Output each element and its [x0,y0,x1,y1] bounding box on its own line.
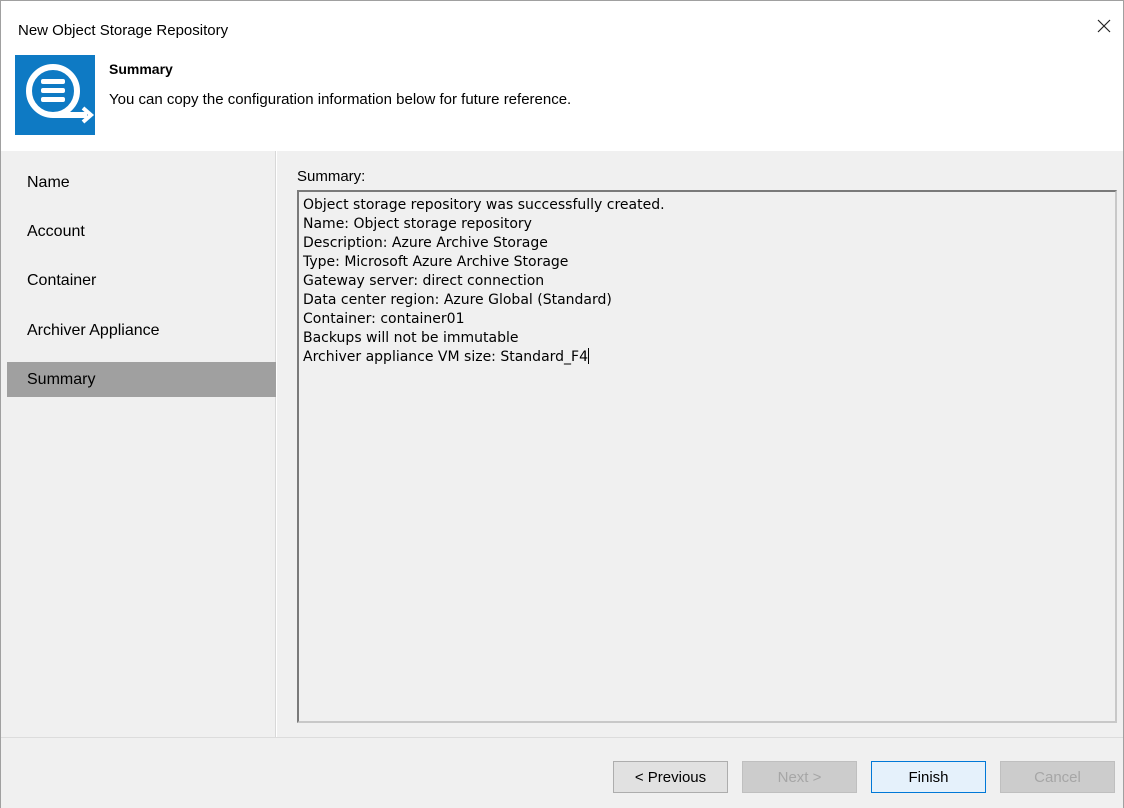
title-bar: New Object Storage Repository [1,1,1123,41]
close-icon [1097,19,1111,33]
summary-label: Summary: [297,168,366,185]
wizard-footer: < Previous Next > Finish Cancel [1,737,1123,808]
summary-line-text: Archiver appliance VM size: Standard_F4 [303,349,589,365]
summary-line: Data center region: Azure Global (Standa… [303,292,612,308]
summary-line: Backups will not be immutable [303,330,519,346]
summary-line-last: Archiver appliance VM size: Standard_F4 [303,348,1111,367]
text-caret [588,348,590,364]
cancel-button[interactable]: Cancel [1000,761,1115,793]
summary-line: Type: Microsoft Azure Archive Storage [303,254,569,270]
step-description: You can copy the configuration informati… [109,91,572,108]
next-button[interactable]: Next > [742,761,857,793]
sidebar-item-account[interactable]: Account [7,214,276,249]
window-title: New Object Storage Repository [18,22,229,39]
sidebar-item-summary[interactable]: Summary [7,362,276,397]
sidebar-item-archiver-appliance[interactable]: Archiver Appliance [7,313,276,348]
wizard-header: Summary You can copy the configuration i… [1,41,1123,151]
repository-icon [15,55,95,135]
summary-panel: Summary: Object storage repository was s… [277,151,1123,737]
summary-line: Description: Azure Archive Storage [303,235,548,251]
sidebar-item-container[interactable]: Container [7,263,276,298]
summary-line: Object storage repository was successful… [303,197,665,213]
wizard-window: New Object Storage Repository Summary Yo… [0,0,1124,808]
summary-line: Gateway server: direct connection [303,273,545,289]
sidebar-item-name[interactable]: Name [7,165,276,200]
previous-button[interactable]: < Previous [613,761,728,793]
wizard-steps-sidebar: Name Account Container Archiver Applianc… [1,151,276,737]
close-button[interactable] [1089,13,1119,39]
summary-textbox[interactable]: Object storage repository was successful… [297,190,1117,723]
summary-line: Container: container01 [303,311,465,327]
step-title: Summary [109,61,173,77]
finish-button[interactable]: Finish [871,761,986,793]
summary-line: Name: Object storage repository [303,216,532,232]
